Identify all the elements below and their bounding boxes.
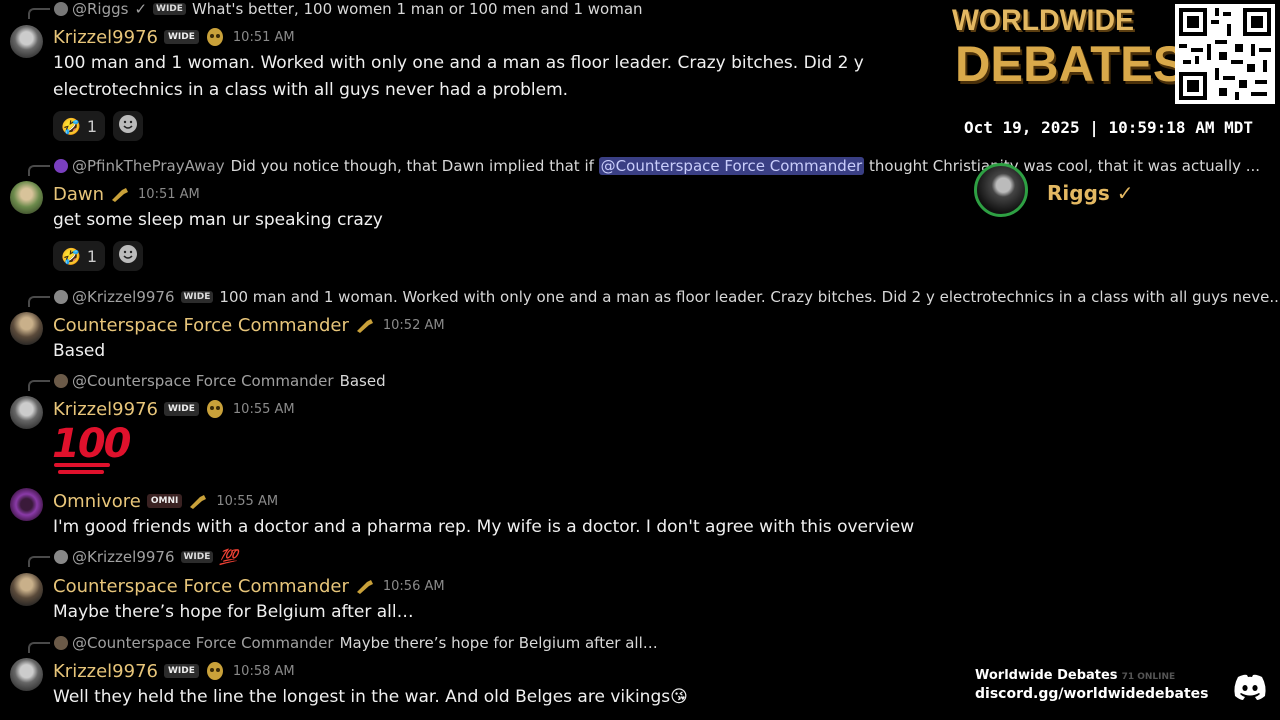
reply-spine: [28, 641, 50, 653]
message-text: Based: [53, 341, 106, 361]
reply-text: Maybe there’s hope for Belgium after all…: [339, 634, 658, 652]
reply-spine: [28, 379, 50, 391]
speaker-name: Riggs ✓: [1047, 181, 1134, 205]
gold-mask-icon: [205, 27, 225, 47]
avatar[interactable]: [10, 658, 43, 691]
discord-logo-icon: [1233, 674, 1267, 704]
timestamp: 10:51 AM: [232, 29, 295, 45]
gold-mask-icon: [205, 399, 225, 419]
reply-text: thought Christianity was cool, that it w…: [869, 157, 1261, 175]
reply-author[interactable]: @Krizzel9976: [72, 288, 175, 306]
reply-preview[interactable]: @Krizzel9976 WIDE 💯: [28, 548, 239, 567]
reply-badge: WIDE: [153, 3, 186, 15]
username[interactable]: Counterspace Force Commander: [53, 576, 349, 597]
verified-icon: ✓: [134, 0, 148, 18]
hundred-underline: [58, 470, 104, 474]
reply-preview[interactable]: @Counterspace Force Commander Maybe ther…: [28, 634, 658, 653]
invite-link[interactable]: discord.gg/worldwidedebates: [975, 686, 1209, 702]
reply-author[interactable]: @Krizzel9976: [72, 548, 175, 566]
reply-preview[interactable]: @PfinkThePrayAway Did you notice though,…: [28, 157, 1261, 176]
reply-avatar: [54, 159, 68, 173]
message-text: I'm good friends with a doctor and a pha…: [53, 517, 915, 537]
smiley-icon: [118, 244, 138, 268]
online-count: 71 ONLINE: [1121, 672, 1176, 682]
rofl-emoji-icon: 🤣: [61, 116, 81, 136]
reply-spine: [28, 7, 50, 19]
avatar[interactable]: [10, 488, 43, 521]
speaking-avatar: [974, 163, 1028, 217]
logo-worldwide: WORLDWIDE: [952, 4, 1135, 37]
reaction-count: 1: [86, 246, 98, 266]
reply-avatar: [54, 374, 68, 388]
reply-preview[interactable]: @Krizzel9976 WIDE 100 man and 1 woman. W…: [28, 288, 1280, 307]
omni-badge: OMNI: [146, 494, 183, 508]
timestamp: 10:56 AM: [382, 578, 445, 594]
username[interactable]: Counterspace Force Commander: [53, 315, 349, 336]
logo-debates: DEBATES: [955, 36, 1186, 92]
timestamp: 10:55 AM: [216, 493, 279, 509]
rofl-emoji-icon: 🤣: [61, 246, 81, 266]
reply-preview[interactable]: @Riggs ✓ WIDE What's better, 100 women 1…: [28, 0, 643, 19]
server-name-line: Worldwide Debates 71 ONLINE: [975, 668, 1175, 683]
golden-arm-icon: [110, 184, 130, 204]
reply-avatar: [54, 636, 68, 650]
hundred-points-emoji: 100: [52, 421, 131, 467]
reply-author[interactable]: @PfinkThePrayAway: [72, 157, 225, 175]
message-text: get some sleep man ur speaking crazy: [53, 210, 383, 230]
reply-author[interactable]: @Counterspace Force Commander: [72, 372, 334, 390]
hundred-underline: [54, 463, 110, 467]
timestamp: 10:52 AM: [382, 317, 445, 333]
username[interactable]: Omnivore: [53, 491, 141, 512]
gold-mask-icon: [205, 661, 225, 681]
reply-spine: [28, 555, 50, 567]
golden-arm-icon: [355, 576, 375, 596]
avatar[interactable]: [10, 312, 43, 345]
reply-badge: WIDE: [180, 551, 214, 563]
chat-feed: @Riggs ✓ WIDE What's better, 100 women 1…: [0, 0, 1280, 720]
avatar[interactable]: [10, 25, 43, 58]
golden-arm-icon: [355, 315, 375, 335]
reply-avatar: [54, 2, 68, 16]
reply-spine: [28, 164, 50, 176]
avatar[interactable]: [10, 573, 43, 606]
timestamp: 10:58 AM: [232, 663, 295, 679]
golden-arm-icon: [188, 491, 208, 511]
username[interactable]: Krizzel9976: [53, 661, 158, 682]
server-name: Worldwide Debates: [975, 668, 1118, 683]
reaction-rofl[interactable]: 🤣 1: [53, 241, 106, 271]
reply-preview[interactable]: @Counterspace Force Commander Based: [28, 372, 386, 391]
username[interactable]: Krizzel9976: [53, 399, 158, 420]
stream-datetime: Oct 19, 2025 | 10:59:18 AM MDT: [958, 117, 1280, 139]
username[interactable]: Dawn: [53, 184, 104, 205]
reaction-rofl[interactable]: 🤣 1: [53, 111, 106, 141]
reply-author[interactable]: @Counterspace Force Commander: [72, 634, 334, 652]
reply-text: 100 man and 1 woman. Worked with only on…: [219, 288, 1280, 306]
reply-text: Did you notice though, that Dawn implied…: [230, 157, 594, 175]
wide-badge: WIDE: [164, 402, 199, 416]
message-text: 100 man and 1 woman. Worked with only on…: [53, 53, 864, 100]
reply-author[interactable]: @Riggs: [72, 0, 128, 18]
timestamp: 10:55 AM: [232, 401, 295, 417]
reply-text: 💯: [219, 548, 239, 566]
wide-badge: WIDE: [164, 30, 199, 44]
wide-badge: WIDE: [164, 664, 199, 678]
message-text: Well they held the line the longest in t…: [53, 687, 688, 707]
avatar[interactable]: [10, 181, 43, 214]
message-text: Maybe there’s hope for Belgium after all…: [53, 602, 414, 622]
smiley-icon: [118, 114, 138, 138]
add-reaction-button[interactable]: [113, 241, 144, 271]
reply-avatar: [54, 550, 68, 564]
avatar[interactable]: [10, 396, 43, 429]
reply-text: Based: [339, 372, 386, 390]
qr-code-icon: [1175, 4, 1275, 104]
reply-avatar: [54, 290, 68, 304]
reply-text: What's better, 100 women 1 man or 100 me…: [191, 0, 643, 18]
timestamp: 10:51 AM: [138, 186, 200, 202]
reaction-count: 1: [86, 116, 98, 136]
reply-badge: WIDE: [180, 291, 214, 303]
add-reaction-button[interactable]: [113, 111, 144, 141]
reply-spine: [28, 295, 50, 307]
username[interactable]: Krizzel9976: [53, 27, 158, 48]
user-mention[interactable]: @Counterspace Force Commander: [598, 157, 865, 175]
